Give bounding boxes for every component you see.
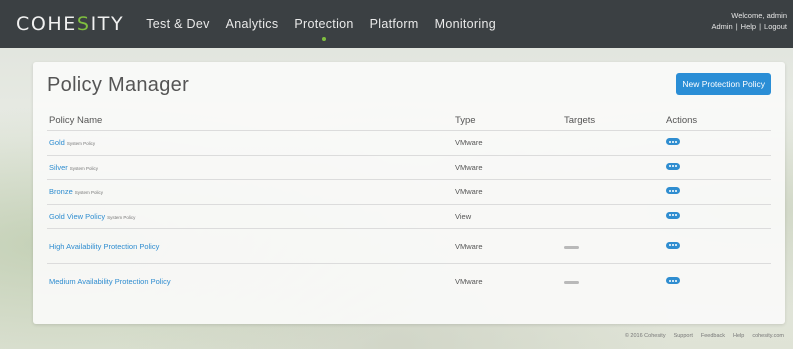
welcome-text: Welcome, admin bbox=[731, 11, 787, 20]
ellipsis-icon[interactable] bbox=[666, 241, 680, 249]
new-protection-policy-button[interactable]: New Protection Policy bbox=[676, 73, 771, 95]
admin-link[interactable]: Admin bbox=[711, 22, 732, 31]
column-header-type[interactable]: Type bbox=[455, 115, 564, 126]
help-link[interactable]: Help bbox=[741, 22, 756, 31]
table-row: Silver System Policy VMware bbox=[47, 156, 771, 180]
user-menu: Welcome, admin Admin | Help | Logout bbox=[711, 10, 787, 32]
ellipsis-icon[interactable] bbox=[666, 138, 680, 146]
column-header-targets[interactable]: Targets bbox=[564, 115, 666, 126]
policy-targets bbox=[564, 242, 666, 251]
separator: | bbox=[759, 22, 762, 31]
table-row: High Availability Protection Policy VMwa… bbox=[47, 229, 771, 264]
table-row: Gold View Policy System Policy View bbox=[47, 205, 771, 229]
logout-link[interactable]: Logout bbox=[764, 22, 787, 31]
main-nav: Test & Dev Analytics Protection Platform… bbox=[146, 17, 512, 31]
nav-test-dev[interactable]: Test & Dev bbox=[146, 17, 209, 31]
policy-name-link[interactable]: Silver bbox=[49, 163, 68, 172]
nav-analytics[interactable]: Analytics bbox=[226, 17, 279, 31]
footer-feedback-link[interactable]: Feedback bbox=[701, 333, 725, 339]
policy-name-link[interactable]: Medium Availability Protection Policy bbox=[49, 277, 171, 286]
nav-monitoring[interactable]: Monitoring bbox=[435, 17, 496, 31]
system-policy-tag: System Policy bbox=[66, 141, 96, 147]
policy-type: VMware bbox=[455, 241, 483, 251]
policy-type: VMware bbox=[455, 187, 483, 197]
column-header-actions: Actions bbox=[666, 114, 698, 126]
policy-table: Policy Name Type Targets Actions Gold Sys… bbox=[47, 110, 771, 299]
table-row: Gold System Policy VMware bbox=[47, 131, 771, 156]
policy-type: View bbox=[455, 211, 472, 221]
footer-website-link[interactable]: cohesity.com bbox=[752, 333, 784, 339]
footer: © 2016 Cohesity Support Feedback Help co… bbox=[617, 333, 784, 339]
system-policy-tag: System Policy bbox=[107, 214, 136, 220]
nav-protection[interactable]: Protection bbox=[294, 17, 353, 31]
table-header: Policy Name Type Targets Actions bbox=[47, 110, 771, 131]
footer-support-link[interactable]: Support bbox=[674, 333, 693, 339]
nav-platform[interactable]: Platform bbox=[370, 17, 419, 31]
target-indicator-icon[interactable] bbox=[564, 281, 579, 284]
ellipsis-icon[interactable] bbox=[666, 277, 680, 284]
top-navigation-bar: COHESITY Test & Dev Analytics Protection… bbox=[0, 0, 793, 48]
policy-name-link[interactable]: High Availability Protection Policy bbox=[49, 242, 159, 251]
column-header-policy-name[interactable]: Policy Name bbox=[47, 115, 455, 126]
policy-name-link[interactable]: Gold View Policy bbox=[49, 212, 105, 221]
policy-manager-card: Policy Manager New Protection Policy Pol… bbox=[33, 62, 785, 324]
ellipsis-icon[interactable] bbox=[666, 187, 680, 195]
system-policy-tag: System Policy bbox=[69, 165, 99, 171]
ellipsis-icon[interactable] bbox=[666, 211, 680, 219]
policy-name-link[interactable]: Bronze bbox=[49, 187, 73, 196]
system-policy-tag: System Policy bbox=[74, 190, 104, 196]
user-links: Admin | Help | Logout bbox=[711, 21, 787, 32]
policy-type: VMware bbox=[455, 162, 483, 172]
footer-help-link[interactable]: Help bbox=[733, 333, 744, 339]
policy-targets bbox=[564, 277, 666, 286]
page-title: Policy Manager bbox=[47, 74, 190, 96]
target-indicator-icon[interactable] bbox=[564, 245, 579, 249]
policy-type: VMware bbox=[455, 138, 483, 148]
ellipsis-icon[interactable] bbox=[666, 162, 680, 170]
table-row: Bronze System Policy VMware bbox=[47, 180, 771, 205]
copyright-text: © 2016 Cohesity bbox=[624, 333, 666, 339]
policy-name-link[interactable]: Gold bbox=[49, 138, 65, 147]
separator: | bbox=[735, 22, 738, 31]
policy-type: VMware bbox=[455, 277, 483, 286]
table-row: Medium Availability Protection Policy VM… bbox=[47, 264, 771, 299]
cohesity-logo[interactable]: COHESITY bbox=[16, 13, 124, 35]
